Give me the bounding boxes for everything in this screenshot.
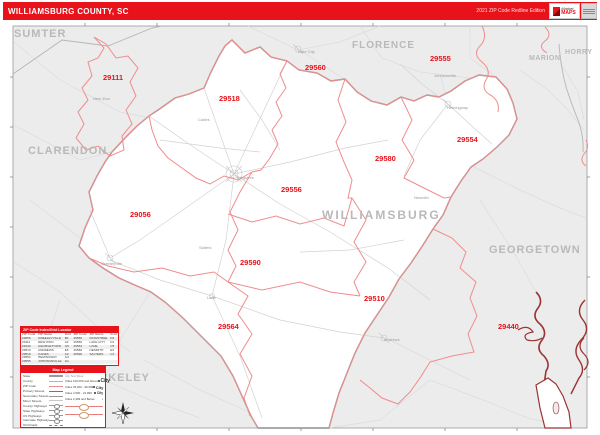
zip-index-table: ZIP Code ZIP Name Grid ZIP Code ZIP Name Grid… (21, 333, 118, 365)
zip-label: 29440 (498, 322, 519, 331)
legend-item-symbol (49, 418, 63, 424)
legend-item-symbol (49, 400, 63, 402)
legend-item-symbol (49, 390, 63, 392)
zip-label: 29560 (305, 63, 326, 72)
city-item-label: Cities 2,499 and Below (65, 397, 95, 401)
county-label: WILLIAMSBURG (322, 208, 441, 222)
zip-label: 29564 (218, 322, 239, 331)
legend-item-label: Secondary Streets (23, 394, 49, 398)
zip-label: 29510 (364, 294, 385, 303)
county-label: MARION (529, 55, 561, 62)
city-item-label: Cities 100,000 and Above (65, 379, 98, 383)
legend-item-symbol (49, 404, 63, 410)
index-cell: 29555 (22, 360, 31, 364)
county-label: GEORGETOWN (489, 244, 581, 256)
town-label: Greeleyville (101, 261, 122, 266)
city-item-sample: City (93, 385, 103, 390)
legend-line-item: Toll Roads (23, 423, 65, 428)
legend-item-label: Interstate Highways (23, 418, 49, 423)
index-cell: JOHNSONVILLE (38, 360, 62, 364)
zip-label: 29590 (240, 258, 261, 267)
legend-item-label: State Highways (23, 408, 45, 413)
legend-line-item: County Highways (23, 403, 65, 410)
legend-line-item: US Highways (23, 413, 65, 420)
legend-item-label: County (23, 379, 33, 384)
city-item-sample: City (94, 391, 103, 395)
legend-item-symbol (49, 414, 63, 420)
town-label: Lake City (298, 49, 315, 54)
town-label: Johnsonville (434, 73, 457, 78)
zip-label: 29056 (130, 210, 151, 219)
town-label: Cades (198, 117, 210, 122)
route-line-sample (65, 410, 103, 419)
zip-label: 29556 (281, 185, 302, 194)
legend-item-symbol (49, 424, 63, 426)
page-title: WILLIAMSBURG COUNTY, SC (8, 6, 129, 16)
legend-line-item: State Highways (23, 408, 65, 415)
zip-label: 29554 (457, 135, 478, 144)
index-cell (72, 360, 88, 364)
legend-item-label: US Highways (23, 413, 42, 418)
county-label: FLORENCE (352, 40, 415, 51)
legend-item-label: ZIP Code (23, 384, 37, 389)
route-line-sample (65, 402, 103, 411)
header-bar: WILLIAMSBURG COUNTY, SC 2021 ZIP Code Re… (3, 2, 597, 20)
legend-item-label: Minor Streets (23, 398, 42, 403)
town-label: Kingstree (237, 175, 254, 180)
legend-item-label: Primary Streets (23, 389, 45, 394)
edition-label: 2021 ZIP Code Redline Edition (476, 8, 545, 14)
town-label: Lane (207, 295, 216, 300)
zip-label: 29580 (375, 154, 396, 163)
city-item-label: Cities 2,500 - 24,999 (65, 391, 92, 395)
legend-item-symbol (49, 375, 63, 378)
legend-item-symbol (49, 380, 63, 382)
legend-line-item: Interstate Highways (23, 418, 65, 424)
logo-info-box (581, 3, 597, 19)
map-legend-panel: Map Legend State County ZIP Code Primary St… (20, 366, 110, 429)
legend-item-label: State (23, 374, 31, 379)
zip-label: 29518 (219, 94, 240, 103)
zip-index-panel: ZIP Code Index/Grid Locator ZIP Code ZIP … (20, 326, 119, 366)
legend-item-symbol (49, 385, 63, 387)
zip-label: 29555 (430, 54, 451, 63)
legend-item-symbol (49, 395, 63, 397)
index-cell (88, 360, 109, 364)
town-label: New Zion (93, 96, 110, 101)
county-label: CLARENDON (28, 145, 108, 157)
county-label: HORRY (565, 49, 593, 56)
city-item-sample: • (101, 397, 103, 401)
town-label: Andrews (384, 337, 400, 342)
index-cell: G1 (64, 360, 69, 364)
town-label: Nesmith (414, 195, 429, 200)
index-row: 29555 JOHNSONVILLE G1 (21, 360, 118, 365)
index-cell (109, 360, 118, 364)
map-legend-body: State County ZIP Code Primary Streets Second… (21, 373, 110, 429)
town-label: Salters (199, 245, 212, 250)
legend-city-items: City Text Sizes Cities 100,000 and Above C… (65, 374, 110, 428)
legend-item-label: County Highways (23, 403, 48, 408)
logo-mark-icon (553, 6, 561, 16)
legend-item-symbol (49, 409, 63, 415)
city-item-sample: City (97, 378, 110, 384)
marketmaps-logo: Market MAPS (549, 3, 580, 19)
county-label: SUMTER (14, 28, 67, 40)
legend-line-items: State County ZIP Code Primary Streets Second… (23, 374, 65, 428)
logo-brand-bottom: MAPS (561, 10, 576, 16)
map-page: WILLIAMSBURG COUNTY, SC 2021 ZIP Code Re… (0, 0, 600, 435)
zip-label: 29111 (103, 73, 124, 82)
city-item-label: Cities 25,000 - 99,999 (65, 385, 94, 389)
town-label: Hemingway (447, 105, 468, 110)
legend-item-label: Toll Roads (23, 423, 38, 428)
